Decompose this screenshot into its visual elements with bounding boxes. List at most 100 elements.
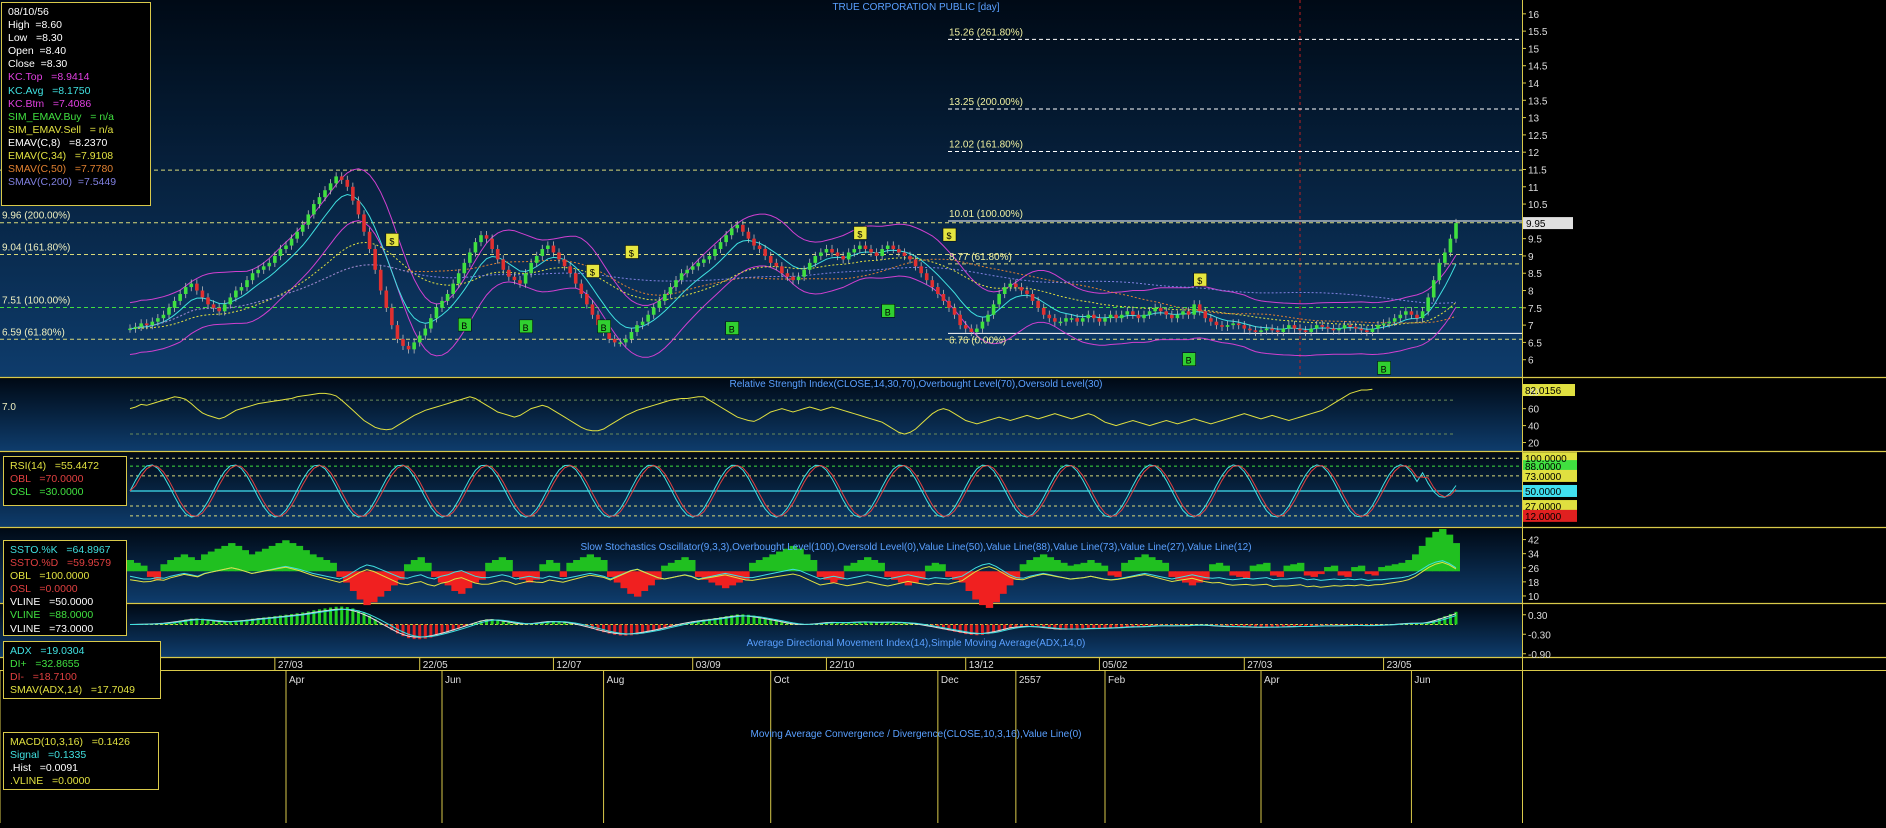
candle-body	[1176, 315, 1180, 318]
info-line: EMAV(C,8) =8.2370	[8, 137, 144, 150]
candle-body	[390, 308, 394, 325]
info-line: Close =8.30	[8, 58, 144, 71]
candle-body	[1215, 322, 1219, 325]
adx-diplus-area	[681, 557, 688, 571]
adx-diplus-area	[424, 563, 431, 571]
rsi-tick-label: 40	[1528, 422, 1540, 433]
adx-diminus-area	[972, 571, 979, 599]
candle-body	[1003, 287, 1007, 294]
candle-body	[997, 294, 1001, 304]
adx-diminus-area	[370, 571, 377, 602]
adx-diplus-area	[181, 554, 188, 571]
adx-axis-bg	[1522, 529, 1886, 603]
fib-label-right: 15.26 (261.80%)	[949, 27, 1023, 38]
candle-body	[535, 256, 539, 263]
candle-body	[279, 249, 283, 256]
candle-body	[1086, 315, 1090, 318]
adx-diplus-area	[878, 563, 885, 571]
adx-diplus-area	[242, 550, 249, 571]
price-tick-label: 12.5	[1528, 131, 1548, 142]
adx-diminus-area	[363, 571, 370, 605]
adx-diplus-area	[1026, 560, 1033, 571]
xaxis-top-label: 03/09	[696, 660, 721, 671]
adx-diplus-area	[688, 560, 695, 571]
xaxis-bottom-label: Apr	[289, 675, 305, 686]
adx-diplus-area	[208, 552, 215, 572]
adx-diplus-area	[188, 557, 195, 571]
adx-diplus-area	[756, 560, 763, 571]
adx-diminus-area	[1243, 571, 1250, 578]
candle-body	[875, 252, 879, 255]
candle-body	[189, 284, 193, 287]
adx-diplus-area	[221, 546, 228, 571]
candle-body	[1075, 318, 1079, 321]
candle-body	[1114, 315, 1118, 318]
candle-body	[1287, 325, 1291, 328]
info-line: OBL =70.0000	[10, 473, 120, 486]
adx-diplus-area	[505, 560, 512, 571]
adx-diplus-area	[323, 560, 330, 571]
adx-diplus-area	[1216, 563, 1223, 571]
price-panel-bg	[0, 0, 1522, 377]
candle-body	[1421, 311, 1425, 318]
signal-glyph: B	[1381, 364, 1387, 374]
info-line: DI+ =32.8655	[10, 658, 154, 671]
last-price-label: 9.95	[1526, 219, 1546, 230]
adx-diminus-area	[986, 571, 993, 608]
candle-body	[479, 235, 483, 242]
adx-diminus-area	[905, 571, 912, 585]
adx-diplus-area	[1040, 554, 1047, 571]
candle-body	[669, 287, 673, 294]
adx-diminus-area	[384, 571, 391, 591]
candle-body	[1231, 323, 1235, 325]
stoch-level-label: 50.0000	[1525, 487, 1562, 498]
adx-diplus-area	[303, 550, 310, 571]
adx-diplus-area	[1067, 566, 1074, 572]
candle-body	[201, 291, 205, 298]
adx-diminus-area	[817, 571, 824, 577]
adx-diminus-area	[1311, 571, 1318, 577]
candle-body	[568, 266, 572, 273]
candle-body	[1142, 315, 1146, 318]
candle-body	[128, 329, 132, 331]
candle-body	[1209, 318, 1213, 321]
candle-body	[992, 304, 996, 314]
candle-body	[1454, 223, 1458, 239]
adx-diminus-area	[1236, 571, 1243, 577]
xaxis-top-label: 22/10	[829, 660, 854, 671]
candle-body	[1014, 284, 1018, 287]
adx-diplus-area	[1074, 564, 1081, 571]
candle-body	[384, 291, 388, 308]
info-line: KC.Avg =8.1750	[8, 85, 144, 98]
chart-title: TRUE CORPORATION PUBLIC [day]	[832, 2, 999, 13]
adx-diplus-area	[1155, 560, 1162, 571]
candle-body	[1354, 327, 1358, 329]
fib-label-right: 10.01 (100.00%)	[949, 209, 1023, 220]
candle-body	[173, 301, 177, 308]
candle-body	[1081, 318, 1085, 321]
candle-body	[1254, 330, 1258, 332]
candle-body	[1248, 329, 1252, 331]
adx-diplus-area	[932, 563, 939, 571]
adx-diplus-area	[776, 552, 783, 572]
adx-diminus-area	[1270, 571, 1277, 575]
adx-diplus-area	[1439, 529, 1446, 571]
adx-diplus-area	[194, 560, 201, 571]
candle-body	[713, 249, 717, 256]
price-tick-label: 6.5	[1528, 338, 1542, 349]
price-tick-label: 10.5	[1528, 200, 1548, 211]
adx-diplus-area	[573, 560, 580, 571]
candle-body	[657, 301, 661, 308]
candle-body	[345, 180, 349, 187]
candle-body	[1259, 330, 1263, 332]
candle-body	[1237, 323, 1241, 325]
adx-diplus-area	[546, 560, 553, 571]
info-line: EMAV(C,34) =7.9108	[8, 150, 144, 163]
candle-body	[986, 315, 990, 322]
adx-info-box: ADX =19.0304DI+ =32.8655DI- =18.7100SMAV…	[3, 641, 161, 699]
candle-body	[357, 201, 361, 215]
info-line: Low =8.30	[8, 32, 144, 45]
adx-diplus-area	[1351, 567, 1358, 571]
candle-body	[919, 266, 923, 273]
adx-diplus-area	[871, 560, 878, 571]
